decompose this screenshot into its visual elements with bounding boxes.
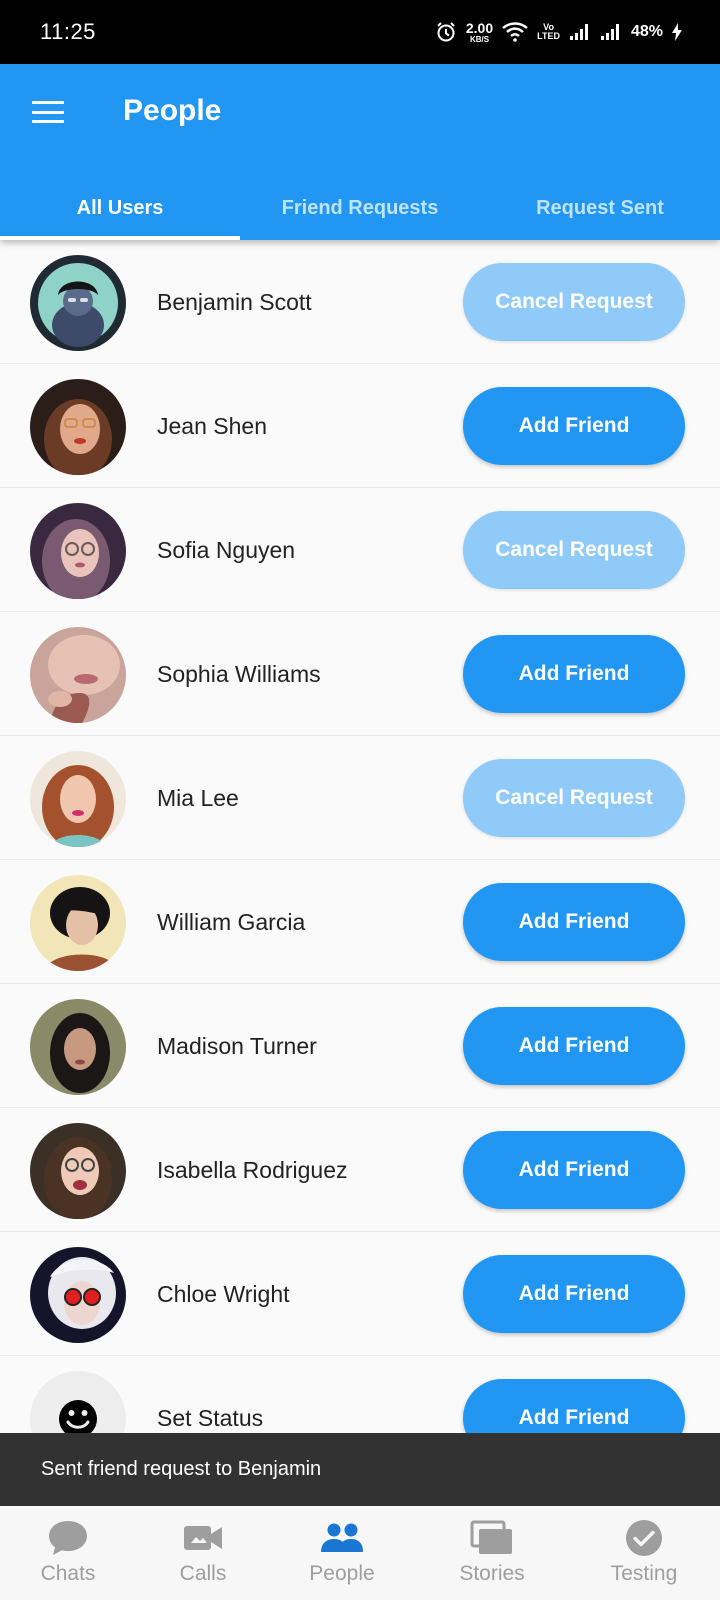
people-screen: 11:25 2.00 KB/S Vo LTED 48% People All U… [0,0,720,1600]
list-item[interactable]: Sofia Nguyen Cancel Request [0,488,720,612]
avatar[interactable] [30,875,126,971]
avatar[interactable] [30,1123,126,1219]
user-name: Madison Turner [157,1033,317,1059]
tab-all-users[interactable]: All Users [0,176,240,240]
battery-charging-icon [672,23,682,41]
user-name: Chloe Wright [157,1281,290,1307]
list-item[interactable]: Jean Shen Add Friend [0,364,720,488]
list-item[interactable]: Isabella Rodriguez Add Friend [0,1108,720,1232]
add-friend-button[interactable]: Add Friend [463,1255,685,1333]
nav-item-people[interactable]: People [292,1506,392,1600]
status-bar: 11:25 2.00 KB/S Vo LTED 48% [0,0,720,64]
nav-label-testing: Testing [610,1562,678,1585]
snackbar: Sent friend request to Benjamin [0,1433,720,1506]
avatar[interactable] [30,379,126,475]
nav-label-people: People [309,1562,375,1585]
video-camera-icon [183,1516,223,1560]
avatar[interactable] [30,627,126,723]
add-friend-button[interactable]: Add Friend [463,1007,685,1085]
avatar[interactable] [30,751,126,847]
user-list[interactable]: Benjamin Scott Cancel Request Jean Shen … [0,240,720,1480]
alarm-icon [435,21,457,43]
nav-item-testing[interactable]: Testing [592,1506,696,1600]
list-item[interactable]: Sophia Williams Add Friend [0,612,720,736]
tab-request-sent[interactable]: Request Sent [480,176,720,240]
volte-indicator: Vo LTED [537,23,560,41]
user-name: Mia Lee [157,785,239,811]
net-speed-value: 2.00 [465,19,494,36]
chat-bubble-icon [47,1516,89,1560]
add-friend-button[interactable]: Add Friend [463,387,685,465]
battery-percent: 48% [630,23,663,40]
wifi-icon [502,22,528,42]
nav-label-chats: Chats [40,1562,96,1585]
net-speed: 2.00 KB/S [466,21,493,44]
nav-item-stories[interactable]: Stories [440,1506,544,1600]
nav-label-calls: Calls [179,1562,227,1585]
status-time: 11:25 [40,19,96,44]
list-item[interactable]: Chloe Wright Add Friend [0,1232,720,1356]
volte-bottom: LTED [537,31,560,41]
tab-bar: All Users Friend Requests Request Sent [0,176,720,240]
bottom-navigation: Chats Calls People Stories Testing [0,1506,720,1600]
check-circle-icon [625,1516,663,1560]
menu-button[interactable] [22,86,74,138]
add-friend-button[interactable]: Add Friend [463,635,685,713]
user-name: Jean Shen [157,413,267,439]
user-name: Benjamin Scott [157,289,312,315]
list-item[interactable]: Benjamin Scott Cancel Request [0,240,720,364]
stacked-cards-icon [470,1516,514,1560]
tab-friend-requests[interactable]: Friend Requests [240,176,480,240]
avatar[interactable] [30,503,126,599]
cancel-request-button[interactable]: Cancel Request [463,759,685,837]
cancel-request-button[interactable]: Cancel Request [463,263,685,341]
people-icon [320,1516,364,1560]
user-name: Sophia Williams [157,661,321,687]
nav-item-chats[interactable]: Chats [20,1506,116,1600]
cancel-request-button[interactable]: Cancel Request [463,511,685,589]
app-bar: People All Users Friend Requests Request… [0,64,720,240]
list-item[interactable]: Madison Turner Add Friend [0,984,720,1108]
avatar[interactable] [30,1247,126,1343]
hamburger-menu-icon [32,101,64,123]
nav-label-stories: Stories [459,1562,525,1585]
list-item[interactable]: Mia Lee Cancel Request [0,736,720,860]
snackbar-message: Sent friend request to Benjamin [41,1458,322,1480]
signal-icon [600,23,622,41]
add-friend-button[interactable]: Add Friend [463,1131,685,1209]
user-name: Sofia Nguyen [157,537,296,563]
add-friend-button[interactable]: Add Friend [463,883,685,961]
user-name: Isabella Rodriguez [157,1157,348,1183]
nav-item-calls[interactable]: Calls [155,1506,251,1600]
net-speed-unit: KB/S [469,34,490,44]
user-name: William Garcia [157,909,306,935]
status-icons: 2.00 KB/S Vo LTED 48% [435,18,682,46]
page-title: People [123,94,222,127]
avatar[interactable] [30,255,126,351]
avatar[interactable] [30,999,126,1095]
signal-icon [569,23,591,41]
list-item[interactable]: William Garcia Add Friend [0,860,720,984]
